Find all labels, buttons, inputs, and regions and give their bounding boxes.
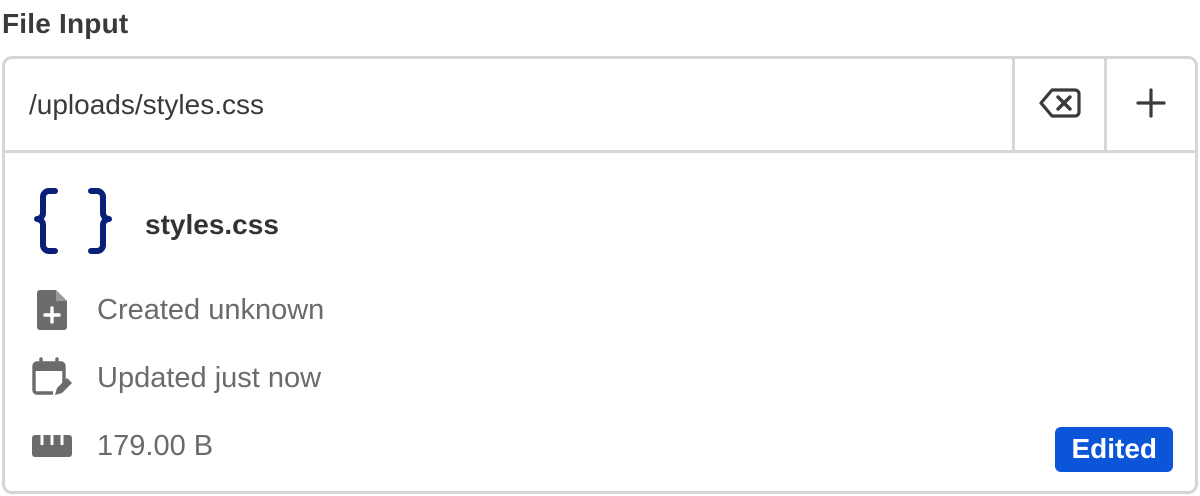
calendar-edit-icon: [31, 357, 73, 399]
clear-button[interactable]: [1012, 59, 1104, 150]
file-name: styles.css: [145, 208, 279, 240]
file-details: styles.css Created unknown Updated just …: [5, 153, 1195, 491]
updated-text: Updated just now: [97, 361, 322, 394]
file-header: styles.css: [31, 187, 279, 262]
add-button[interactable]: [1104, 59, 1195, 150]
curly-braces-icon: [31, 187, 115, 262]
file-path-input[interactable]: [5, 59, 1012, 150]
size-row: 179.00 B: [31, 425, 213, 467]
updated-row: Updated just now: [31, 357, 321, 399]
created-row: Created unknown: [31, 289, 324, 331]
file-plus-icon: [31, 289, 73, 331]
status-badge: Edited: [1055, 427, 1173, 472]
size-text: 179.00 B: [97, 429, 214, 462]
field-label: File Input: [2, 8, 129, 39]
file-input-toolbar: [5, 59, 1195, 153]
file-input-panel: styles.css Created unknown: [2, 56, 1198, 494]
created-text: Created unknown: [97, 293, 325, 326]
ruler-icon: [31, 425, 73, 467]
plus-icon: [1135, 87, 1167, 122]
backspace-x-icon: [1038, 87, 1081, 122]
